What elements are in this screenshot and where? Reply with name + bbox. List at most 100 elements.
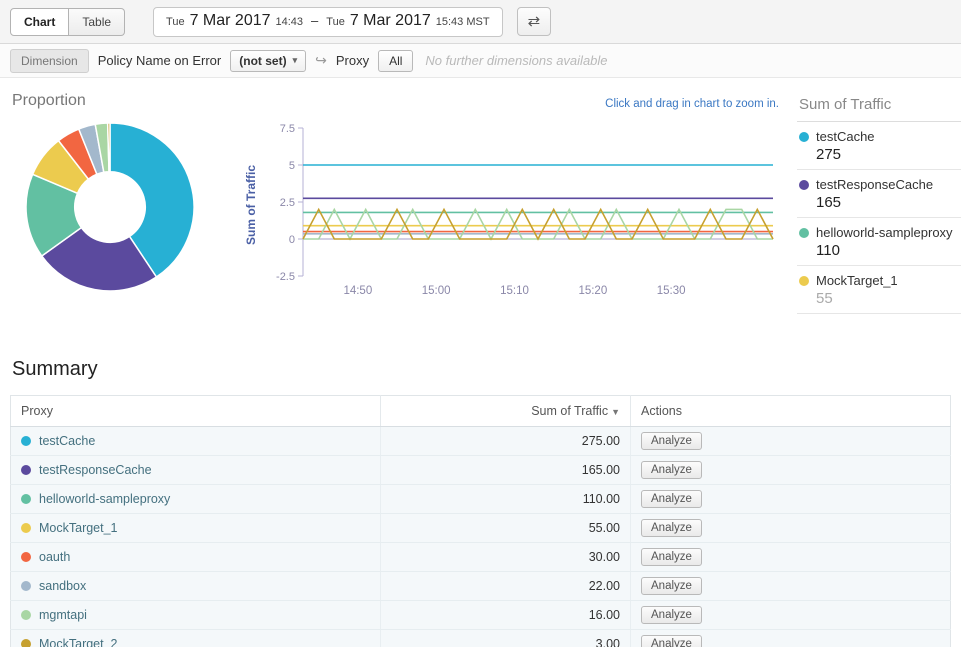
start-day: Tue — [166, 16, 185, 28]
chart-table-toggle: Chart Table — [10, 8, 125, 36]
proxy-color-dot — [21, 552, 31, 562]
analyze-button[interactable]: Analyze — [641, 577, 702, 595]
date-range-separator: – — [311, 13, 318, 28]
drilldown-arrow-icon: ↪ — [315, 52, 327, 69]
refresh-icon: ⇄ — [528, 13, 541, 30]
legend-items: testCache 275 testResponseCache 165 hell… — [797, 122, 961, 314]
proxy-dimension-label: Proxy — [336, 53, 369, 68]
traffic-value: 3.00 — [381, 630, 631, 647]
traffic-chart-panel: Click and drag in chart to zoom in. Sum … — [245, 90, 785, 314]
proxy-name: testResponseCache — [39, 463, 152, 477]
x-tick-label: 15:10 — [500, 285, 529, 297]
analyze-button[interactable]: Analyze — [641, 635, 702, 647]
refresh-button[interactable]: ⇄ — [517, 7, 552, 36]
proxy-name: oauth — [39, 550, 70, 564]
summary-title: Summary — [12, 358, 951, 381]
y-tick-label: 5 — [289, 160, 295, 172]
traffic-value: 22.00 — [381, 572, 631, 601]
analyze-button[interactable]: Analyze — [641, 461, 702, 479]
date-range-button[interactable]: Tue 7 Mar 2017 14:43 – Tue 7 Mar 2017 15… — [153, 7, 503, 37]
analytics-page: Chart Table Tue 7 Mar 2017 14:43 – Tue 7… — [0, 0, 961, 647]
legend-item-value: 275 — [816, 146, 961, 163]
y-tick-label: 0 — [289, 234, 295, 246]
summary-section: Summary Proxy Sum of Traffic▼ Actions te… — [0, 358, 961, 647]
legend-item-name: MockTarget_1 — [816, 273, 898, 288]
x-tick-label: 15:30 — [657, 285, 686, 297]
table-row: mgmtapi 16.00 Analyze — [11, 601, 951, 630]
legend-color-dot — [799, 228, 809, 238]
proxy-name: helloworld-sampleproxy — [39, 492, 170, 506]
dimension-value-dropdown[interactable]: (not set) ▾ — [230, 50, 306, 72]
y-tick-label: -2.5 — [276, 271, 295, 283]
proportion-donut-chart — [10, 120, 220, 295]
table-row: helloworld-sampleproxy 110.00 Analyze — [11, 485, 951, 514]
legend-title: Sum of Traffic — [797, 92, 961, 122]
column-header-proxy: Proxy — [11, 396, 381, 427]
y-axis-label: Sum of Traffic — [244, 165, 258, 245]
legend-item-name: testResponseCache — [816, 177, 933, 192]
legend-item[interactable]: helloworld-sampleproxy 110 — [797, 218, 961, 266]
traffic-value: 165.00 — [381, 456, 631, 485]
proxy-all-button[interactable]: All — [378, 50, 413, 72]
zoom-hint: Click and drag in chart to zoom in. — [605, 98, 779, 110]
column-header-sum-of-traffic[interactable]: Sum of Traffic▼ — [381, 396, 631, 427]
proxy-name: testCache — [39, 434, 95, 448]
end-date: 7 Mar 2017 — [350, 12, 431, 30]
legend-item-value: 55 — [816, 290, 961, 307]
proportion-panel: Proportion — [10, 90, 245, 314]
traffic-value: 275.00 — [381, 427, 631, 456]
analyze-button[interactable]: Analyze — [641, 432, 702, 450]
chart-section: Proportion Click and drag in chart to zo… — [0, 78, 961, 314]
proxy-color-dot — [21, 494, 31, 504]
start-date: 7 Mar 2017 — [190, 12, 271, 30]
x-tick-label: 15:00 — [422, 285, 451, 297]
proxy-color-dot — [21, 639, 31, 647]
chevron-down-icon: ▾ — [293, 55, 298, 66]
chart-toggle-button[interactable]: Chart — [10, 8, 69, 36]
proportion-title: Proportion — [12, 92, 245, 110]
legend-color-dot — [799, 132, 809, 142]
sort-desc-icon: ▼ — [611, 407, 620, 417]
x-tick-label: 15:20 — [578, 285, 607, 297]
legend-item-name: testCache — [816, 129, 875, 144]
analyze-button[interactable]: Analyze — [641, 519, 702, 537]
traffic-value: 16.00 — [381, 601, 631, 630]
legend-item[interactable]: MockTarget_1 55 — [797, 266, 961, 314]
legend-item-name: helloworld-sampleproxy — [816, 225, 953, 240]
table-row: sandbox 22.00 Analyze — [11, 572, 951, 601]
traffic-line-chart[interactable]: 7.552.50-2.514:5015:0015:1015:2015:30 — [261, 116, 781, 311]
table-row: oauth 30.00 Analyze — [11, 543, 951, 572]
proxy-name: MockTarget_1 — [39, 521, 118, 535]
legend-item[interactable]: testCache 275 — [797, 122, 961, 170]
dimension-label-chip: Dimension — [10, 49, 89, 73]
analyze-button[interactable]: Analyze — [641, 606, 702, 624]
proxy-color-dot — [21, 610, 31, 620]
proxy-color-dot — [21, 465, 31, 475]
proxy-color-dot — [21, 436, 31, 446]
no-dimensions-note: No further dimensions available — [425, 53, 607, 68]
summary-table: Proxy Sum of Traffic▼ Actions testCache … — [10, 395, 951, 647]
end-day: Tue — [326, 16, 345, 28]
dimension-bar: Dimension Policy Name on Error (not set)… — [0, 44, 961, 78]
table-toggle-button[interactable]: Table — [69, 8, 125, 36]
start-time: 14:43 — [276, 16, 304, 28]
proxy-color-dot — [21, 523, 31, 533]
proxy-name: MockTarget_2 — [39, 637, 118, 647]
traffic-value: 30.00 — [381, 543, 631, 572]
table-row: testResponseCache 165.00 Analyze — [11, 456, 951, 485]
legend-item-value: 110 — [816, 242, 961, 259]
legend-item[interactable]: testResponseCache 165 — [797, 170, 961, 218]
analyze-button[interactable]: Analyze — [641, 548, 702, 566]
proxy-name: mgmtapi — [39, 608, 87, 622]
y-tick-label: 2.5 — [280, 197, 295, 209]
proxy-name: sandbox — [39, 579, 86, 593]
y-tick-label: 7.5 — [280, 123, 295, 135]
legend-color-dot — [799, 276, 809, 286]
proxy-color-dot — [21, 581, 31, 591]
column-header-actions: Actions — [631, 396, 951, 427]
analyze-button[interactable]: Analyze — [641, 490, 702, 508]
table-row: MockTarget_2 3.00 Analyze — [11, 630, 951, 647]
legend-item-value: 165 — [816, 194, 961, 211]
dimension-selected-value: (not set) — [239, 54, 286, 68]
traffic-value: 110.00 — [381, 485, 631, 514]
